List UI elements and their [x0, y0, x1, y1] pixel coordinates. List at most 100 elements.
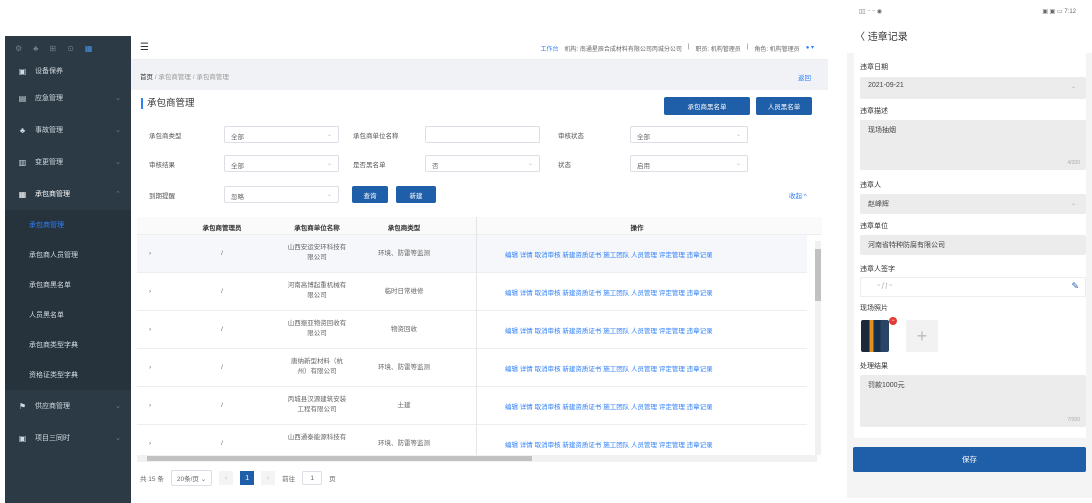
table-row[interactable]: › / 唐纳新型材料（杭 州）有限公司 环境、防雷等监测 编辑 详情 取消审核 新建资质证… [137, 349, 807, 387]
sidebar-item-accident[interactable]: ♣ 事故管理 ⌄ [5, 114, 131, 146]
expand-icon[interactable]: › [149, 249, 151, 259]
plus-icon: + [916, 325, 928, 346]
table-row[interactable]: › / 河南高博起重机械有 限公司 临时日常维修 编辑 详情 取消审核 新建资质证书 施工… [137, 273, 807, 311]
save-button[interactable]: 保存 [853, 447, 1086, 472]
query-button[interactable]: 查询 [352, 186, 388, 203]
prev-page-button[interactable]: ‹ [219, 471, 234, 485]
expand-icon[interactable]: › [149, 401, 151, 411]
breadcrumb: 首页 / 承包商管理 / 承包商管理 [140, 74, 229, 81]
sidebar-item-change[interactable]: ▥ 变更管理 ⌄ [5, 146, 131, 178]
sidebar-sub-contractor-staff[interactable]: 承包商人员管理 [5, 240, 131, 270]
back-link[interactable]: 返回 [798, 72, 811, 82]
expand-icon[interactable]: › [149, 363, 151, 373]
row-actions[interactable]: 编辑 详情 取消审核 新建资质证书 施工团队 人员管理 评定管理 违章记录 [505, 363, 713, 373]
row-actions[interactable]: 编辑 详情 取消审核 新建资质证书 施工团队 人员管理 评定管理 违章记录 [505, 325, 713, 335]
name-cell: 唐纳新型材料（杭 州）有限公司 [291, 358, 343, 375]
expand-icon[interactable]: › [149, 439, 151, 449]
chevron-down-icon: ⌄ [115, 435, 121, 442]
workbench-link[interactable]: 工作台 [541, 44, 559, 53]
collapse-link[interactable]: 收起 ^ [789, 190, 807, 200]
sidebar-item-emergency[interactable]: ▤ 应急管理 ⌄ [5, 82, 131, 114]
grid-icon[interactable]: ⊞ [49, 44, 56, 53]
name-cell: 山西振亚物资回收有 限公司 [287, 320, 347, 337]
signature-pad[interactable]: ~ ʃ ʈ ~ ✎ [860, 277, 1086, 297]
page-title: 承包商管理 [141, 98, 195, 109]
column-divider [476, 217, 477, 455]
new-button[interactable]: 新建 [396, 186, 436, 203]
row-actions[interactable]: 编辑 详情 取消审核 新建资质证书 施工团队 人员管理 评定管理 违章记录 [505, 249, 713, 259]
apps-icon[interactable]: ♣ [33, 44, 38, 53]
page-number[interactable]: 1 [240, 471, 255, 485]
table-row[interactable]: › / 山西安运安环科技有 限公司 环境、防雷等监测 编辑 详情 取消审核 新建资质证书 … [137, 235, 807, 273]
violation-unit-field: 河南省特种防腐有限公司 [860, 235, 1086, 255]
audit-result-select[interactable]: 全部 ⌄ [224, 155, 339, 172]
menu-toggle-icon[interactable]: ☰ [140, 42, 149, 53]
pagination: 共 15 条 20条/页 ⌄ ‹ 1 › 前往 1 页 [140, 470, 336, 486]
settings-icon[interactable]: ⚙ [15, 44, 22, 53]
violation-desc-field[interactable]: 现场抽烟 4/200 [860, 120, 1086, 170]
change-icon: ▥ [18, 157, 27, 167]
chevron-down-icon: ⌄ [326, 161, 332, 167]
mobile-title[interactable]: 〈 违章记录 [855, 28, 908, 43]
sidebar-sub-type-dict[interactable]: 承包商类型字典 [5, 330, 131, 360]
mobile-screen: ▯▯ ᐧᐧ ᐧᐧ ◉ ▣ ▣ ▭ 7:12 〈 违章记录 违章日期 2021-0… [847, 0, 1092, 503]
violation-date-field[interactable]: 2021-09-21 ⌄ [860, 77, 1086, 99]
people-blacklist-button[interactable]: 人员黑名单 [756, 97, 812, 115]
page-size-select[interactable]: 20条/页 ⌄ [170, 470, 213, 486]
vertical-scrollbar[interactable] [815, 241, 821, 455]
type-cell: 环境、防雷等监测 [378, 250, 430, 257]
row-actions[interactable]: 编辑 详情 取消审核 新建资质证书 施工团队 人员管理 评定管理 违章记录 [505, 401, 713, 411]
scene-photo[interactable]: − [861, 317, 897, 352]
edit-icon[interactable]: ✎ [1071, 281, 1079, 292]
layout-icon[interactable]: ▦ [85, 44, 93, 53]
chevron-down-icon: ⌄ [735, 161, 741, 167]
sidebar-sub-people-blacklist[interactable]: 人员黑名单 [5, 300, 131, 330]
delete-photo-icon[interactable]: − [889, 317, 897, 325]
admin-cell: / [221, 288, 223, 295]
violator-select[interactable]: 赵峰辉 ⌄ [860, 194, 1086, 214]
sidebar-item-contractor[interactable]: ▦ 承包商管理 ⌃ [5, 178, 131, 210]
breadcrumb-home[interactable]: 首页 [140, 74, 153, 81]
sidebar-sub-cert-dict[interactable]: 资格证类型字典 [5, 360, 131, 390]
target-icon[interactable]: ⊙ [67, 44, 74, 53]
chevron-down-icon: ⌄ [115, 127, 121, 134]
sidebar-item-equipment[interactable]: ▣ 设备保养 [5, 60, 131, 82]
horizontal-scroll-thumb[interactable] [147, 456, 532, 461]
horizontal-scrollbar[interactable] [137, 455, 817, 462]
expand-icon[interactable]: › [149, 325, 151, 335]
type-cell: 土建 [397, 402, 411, 409]
goto-page-input[interactable]: 1 [302, 471, 323, 485]
position-text: 职员: 机构管理员 [695, 47, 741, 53]
sidebar-sub-contractor-blacklist[interactable]: 承包商黑名单 [5, 270, 131, 300]
user-info: 工作台 机构: 南通星辰合成材料有限公司丙城分公司 | 职员: 机构管理员 | … [540, 44, 814, 53]
expire-reminder-select[interactable]: 忽略 ⌄ [224, 186, 339, 203]
table-row[interactable]: › / 山西振亚物资回收有 限公司 物资回收 编辑 详情 取消审核 新建资质证书 施工团队… [137, 311, 807, 349]
admin-cell: / [221, 440, 223, 447]
audit-status-select[interactable]: 全部 ⌄ [630, 126, 748, 143]
contractor-type-select[interactable]: 全部 ⌄ [224, 126, 339, 143]
vertical-scroll-thumb[interactable] [815, 249, 821, 301]
chevron-down-icon: ⌄ [527, 161, 533, 167]
next-page-button[interactable]: › [261, 471, 276, 485]
contractor-blacklist-button[interactable]: 承包商黑名单 [664, 97, 750, 115]
table-row[interactable]: › / 山西通泰能源科技有 环境、防雷等监测 编辑 详情 取消审核 新建资质证书 施工团… [137, 425, 807, 455]
result-field[interactable]: 罚款1000元 7/200 [860, 375, 1086, 427]
name-cell: 山西安运安环科技有 限公司 [287, 244, 347, 261]
role-text: 角色: 机构管理员 [754, 47, 800, 53]
expand-icon[interactable]: › [149, 287, 151, 297]
chevron-down-icon: ⌄ [115, 95, 121, 102]
user-avatar-icon[interactable]: ● ▾ [806, 44, 814, 53]
contractor-name-input[interactable] [425, 126, 540, 143]
admin-cell: / [221, 402, 223, 409]
add-photo-button[interactable]: + [906, 320, 938, 352]
state-select[interactable]: 启用 ⌄ [630, 155, 748, 172]
sidebar-item-supplier[interactable]: ⚑ 供应商管理 ⌄ [5, 390, 131, 422]
chevron-down-icon: ⌄ [326, 192, 332, 198]
sidebar-sub-contractor[interactable]: 承包商管理 [5, 210, 131, 240]
blacklist-select[interactable]: 否 ⌄ [425, 155, 540, 172]
row-actions[interactable]: 编辑 详情 取消审核 新建资质证书 施工团队 人员管理 评定管理 违章记录 [505, 439, 713, 449]
table-row[interactable]: › / 丙城县汉源建筑安装 工程有限公司 土建 编辑 详情 取消审核 新建资质证书 施工团… [137, 387, 807, 425]
row-actions[interactable]: 编辑 详情 取消审核 新建资质证书 施工团队 人员管理 评定管理 违章记录 [505, 287, 713, 297]
type-cell: 环境、防雷等监测 [378, 364, 430, 371]
sidebar-item-project[interactable]: ▣ 项目三同时 ⌄ [5, 422, 131, 454]
